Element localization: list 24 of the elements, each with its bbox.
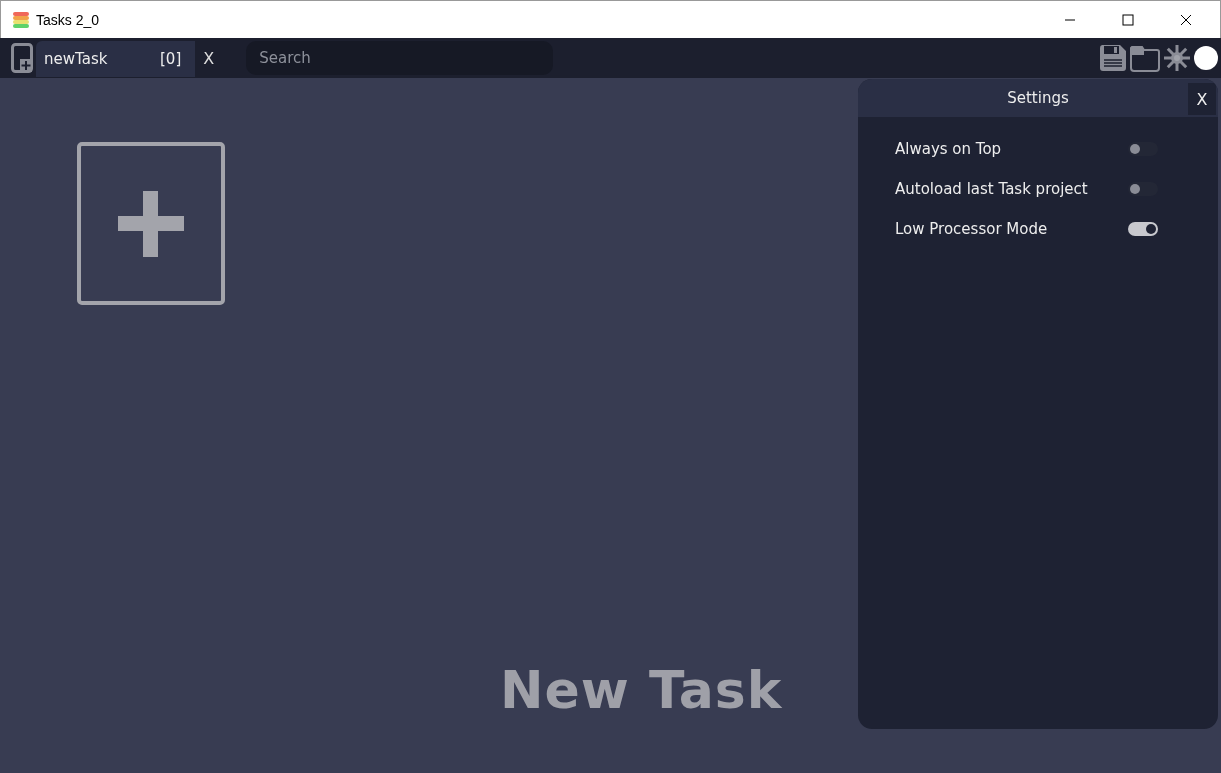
- setting-label: Low Processor Mode: [895, 220, 1048, 238]
- window-title: Tasks 2_0: [36, 11, 100, 28]
- toggle-switch[interactable]: [1128, 222, 1158, 236]
- close-icon[interactable]: [1180, 13, 1192, 26]
- settings-close-button[interactable]: X: [1188, 83, 1216, 115]
- folder-icon[interactable]: [1130, 44, 1160, 72]
- task-count: [0]: [160, 50, 182, 68]
- new-task-label: New Task: [500, 660, 783, 720]
- plus-icon: [118, 190, 184, 257]
- add-task-button[interactable]: [77, 142, 225, 305]
- app-icon: [12, 10, 30, 29]
- toggle-switch[interactable]: [1128, 142, 1158, 156]
- save-icon[interactable]: [1099, 44, 1127, 72]
- toggle-switch[interactable]: [1128, 182, 1158, 196]
- maximize-icon[interactable]: [1122, 13, 1134, 26]
- circle-icon[interactable]: [1194, 46, 1218, 70]
- settings-icon[interactable]: [1163, 44, 1191, 72]
- settings-title: Settings: [1007, 89, 1069, 107]
- setting-label: Autoload last Task project: [895, 180, 1088, 198]
- search-field[interactable]: Search: [246, 41, 554, 75]
- setting-label: Always on Top: [895, 140, 1002, 158]
- new-file-icon[interactable]: [11, 43, 33, 73]
- tab-close-button[interactable]: X: [195, 40, 223, 76]
- task-tab[interactable]: newTask [0]: [36, 41, 196, 77]
